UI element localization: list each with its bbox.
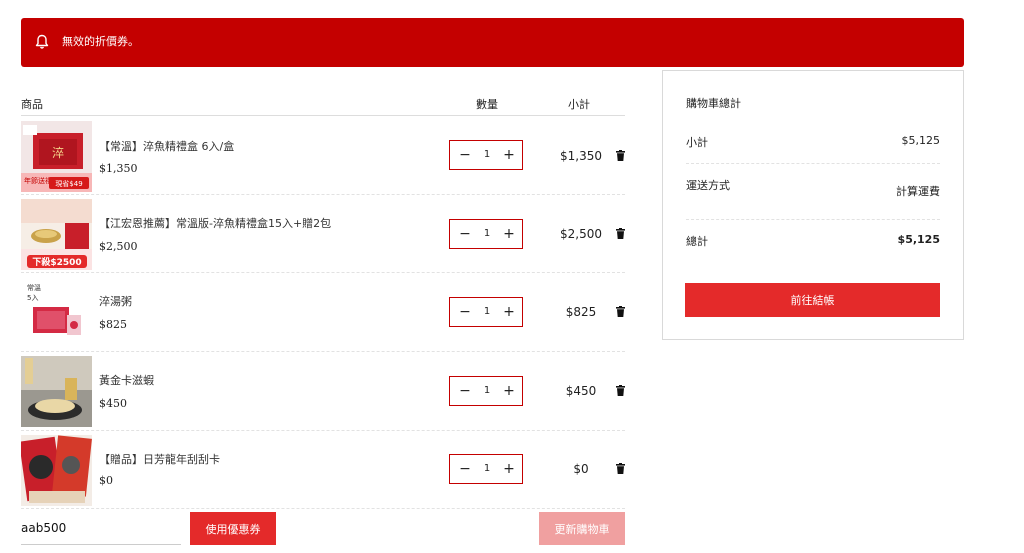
subtotal-label: 小計: [686, 136, 708, 149]
cart-item-row: 下殺$2500 【江宏恩推薦】常溫版-淬魚精禮盒15入+贈2包 $2,500 −…: [21, 195, 625, 273]
product-name[interactable]: 【贈品】日芳龍年刮刮卡: [99, 451, 220, 467]
quantity-increase-button[interactable]: +: [502, 461, 516, 477]
line-subtotal: $1,350: [560, 149, 602, 163]
column-header-quantity: 數量: [476, 98, 498, 111]
quantity-decrease-button[interactable]: −: [458, 383, 472, 399]
cart-item-row: 黃金卡滋蝦 $450 − 1 + $450: [21, 352, 625, 430]
trash-icon[interactable]: [616, 228, 625, 239]
quantity-value[interactable]: 1: [478, 462, 496, 476]
quantity-decrease-button[interactable]: −: [458, 304, 472, 320]
shipping-value: 計算運費: [896, 185, 940, 198]
product-image: 淬 年節送禮 現省$49: [21, 121, 92, 192]
quantity-value[interactable]: 1: [478, 305, 496, 319]
cart-item-row: 常溫 5入 淬湯粥 $825 − 1 + $825: [21, 273, 625, 351]
product-image: [21, 435, 92, 506]
checkout-button[interactable]: 前往結帳: [685, 283, 940, 317]
trash-icon[interactable]: [616, 306, 625, 317]
product-image: [21, 356, 92, 427]
thumb-brand-text: 淬: [52, 145, 64, 160]
quantity-decrease-button[interactable]: −: [458, 226, 472, 242]
product-price: $0: [99, 474, 113, 487]
product-thumbnail[interactable]: 常溫 5入: [21, 277, 92, 348]
quantity-value[interactable]: 1: [478, 148, 496, 162]
quantity-decrease-button[interactable]: −: [458, 461, 472, 477]
product-price: $450: [99, 397, 127, 410]
quantity-value[interactable]: 1: [478, 384, 496, 398]
trash-icon[interactable]: [616, 463, 625, 474]
quantity-value[interactable]: 1: [478, 227, 496, 241]
product-price: $2,500: [99, 240, 138, 253]
quantity-increase-button[interactable]: +: [502, 383, 516, 399]
quantity-stepper: − 1 +: [449, 376, 523, 406]
line-subtotal: $825: [565, 305, 597, 319]
column-header-subtotal: 小計: [568, 98, 590, 111]
product-name[interactable]: 黃金卡滋蝦: [99, 372, 154, 388]
product-image: 常溫 5入: [21, 277, 92, 348]
bell-icon: [35, 34, 49, 49]
header-divider: [21, 115, 625, 116]
trash-icon[interactable]: [616, 150, 625, 161]
product-thumbnail[interactable]: [21, 356, 92, 427]
product-image: 下殺$2500: [21, 199, 92, 270]
thumb-label-top: 常溫: [27, 283, 41, 292]
thumb-label-count: 5入: [27, 294, 38, 302]
total-value: $5,125: [897, 233, 940, 246]
totals-divider: [686, 219, 940, 220]
line-subtotal: $450: [565, 384, 597, 398]
product-name[interactable]: 【常溫】淬魚精禮盒 6入/盒: [99, 138, 234, 154]
quantity-increase-button[interactable]: +: [502, 304, 516, 320]
quantity-stepper: − 1 +: [449, 140, 523, 170]
column-header-product: 商品: [21, 98, 43, 111]
subtotal-value: $5,125: [901, 134, 941, 147]
coupon-code-input[interactable]: [21, 512, 181, 545]
thumb-badge-text: 年節送禮: [24, 176, 52, 185]
quantity-decrease-button[interactable]: −: [458, 147, 472, 163]
product-price: $825: [99, 318, 127, 331]
quantity-stepper: − 1 +: [449, 219, 523, 249]
thumb-promo-text: 下殺$2500: [32, 256, 81, 268]
notice-message: 無效的折價券。: [62, 35, 139, 48]
product-thumbnail[interactable]: 下殺$2500: [21, 199, 92, 270]
update-cart-button[interactable]: 更新購物車: [539, 512, 625, 545]
apply-coupon-button[interactable]: 使用優惠券: [190, 512, 276, 545]
cart-totals-title: 購物車總計: [686, 97, 741, 110]
trash-icon[interactable]: [616, 385, 625, 396]
shipping-label: 運送方式: [686, 179, 730, 192]
thumb-promo-text: 現省$49: [55, 179, 82, 188]
product-name[interactable]: 淬湯粥: [99, 293, 132, 309]
cart-item-row: 【贈品】日芳龍年刮刮卡 $0 − 1 + $0: [21, 431, 625, 509]
product-thumbnail[interactable]: 淬 年節送禮 現省$49: [21, 121, 92, 192]
total-label: 總計: [686, 235, 708, 248]
quantity-stepper: − 1 +: [449, 297, 523, 327]
quantity-stepper: − 1 +: [449, 454, 523, 484]
totals-divider: [686, 163, 940, 164]
quantity-increase-button[interactable]: +: [502, 226, 516, 242]
product-price: $1,350: [99, 162, 138, 175]
product-thumbnail[interactable]: [21, 435, 92, 506]
quantity-increase-button[interactable]: +: [502, 147, 516, 163]
cart-item-row: 淬 年節送禮 現省$49 【常溫】淬魚精禮盒 6入/盒 $1,350 − 1 +…: [21, 117, 625, 195]
coupon-error-notice: 無效的折價券。: [21, 18, 964, 67]
product-name[interactable]: 【江宏恩推薦】常溫版-淬魚精禮盒15入+贈2包: [99, 215, 331, 231]
line-subtotal: $0: [573, 462, 589, 476]
row-divider: [21, 508, 625, 509]
line-subtotal: $2,500: [560, 227, 602, 241]
cart-totals-panel: 購物車總計 小計 $5,125 運送方式 計算運費 總計 $5,125 前往結帳: [662, 70, 964, 340]
